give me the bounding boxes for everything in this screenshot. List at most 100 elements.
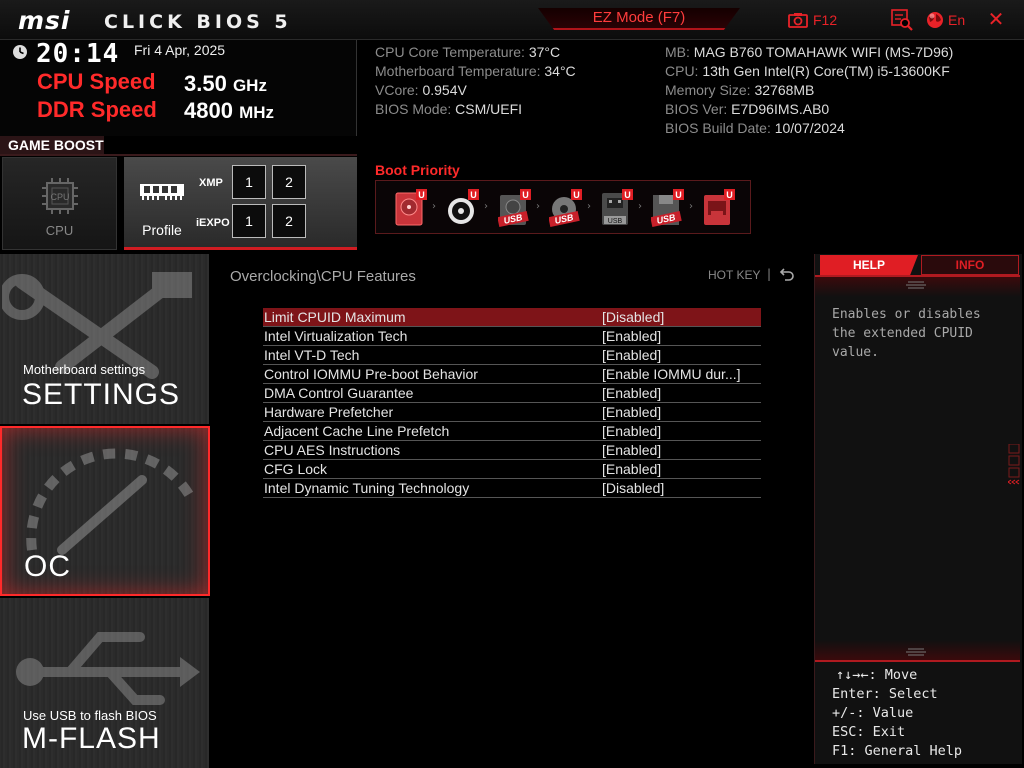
setting-value[interactable]: [Disabled] <box>602 479 664 497</box>
clock-date: Fri 4 Apr, 2025 <box>134 42 226 58</box>
help-text-line: the extended CPUID <box>832 326 973 341</box>
usb-hard-drive-icon: USB U <box>497 189 531 228</box>
sysinfo-value: 13th Gen Intel(R) Core(TM) i5-13600KF <box>702 63 950 79</box>
key-hint-value: +/-: Value <box>832 705 914 721</box>
setting-value[interactable]: [Enabled] <box>602 346 661 364</box>
ddr-speed-unit: MHz <box>239 103 275 122</box>
game-boost-cpu-tile[interactable]: CPU CPU <box>2 157 117 250</box>
nav-mflash[interactable]: Use USB to flash BIOS M-FLASH <box>0 598 210 768</box>
setting-row[interactable]: Limit CPUID Maximum [Disabled] <box>263 308 761 327</box>
sysinfo-line: BIOS Build Date: 10/07/2024 <box>665 120 953 139</box>
sysinfo-line: BIOS Ver: E7D96IMS.AB0 <box>665 101 953 120</box>
setting-value[interactable]: [Enable IOMMU dur...] <box>602 365 741 383</box>
back-arrow-icon[interactable] <box>779 266 795 282</box>
setting-value[interactable]: [Disabled] <box>602 308 664 326</box>
settings-list: Limit CPUID Maximum [Disabled] Intel Virtu… <box>263 308 761 498</box>
setting-value[interactable]: [Enabled] <box>602 460 661 478</box>
boot-device-usb-cd[interactable]: USB U <box>548 187 583 228</box>
language-button[interactable]: En <box>926 10 965 30</box>
game-boost-divider <box>0 154 357 156</box>
panel-collapse-handle-icon[interactable] <box>1008 444 1020 488</box>
boot-device-network[interactable]: U <box>702 187 736 227</box>
camera-icon <box>788 13 808 28</box>
setting-row[interactable]: CFG Lock [Enabled] <box>263 460 761 479</box>
scroll-down-icon[interactable] <box>905 647 927 657</box>
sysinfo-right-column: MB: MAG B760 TOMAHAWK WIFI (MS-7D96) CPU:… <box>665 44 953 139</box>
sysinfo-value: E7D96IMS.AB0 <box>731 101 830 117</box>
hotkey-separator: | <box>767 267 772 281</box>
screenshot-key-label: F12 <box>813 12 838 28</box>
sysinfo-label: BIOS Build Date: <box>665 120 775 136</box>
setting-row[interactable]: Control IOMMU Pre-boot Behavior [Enable I… <box>263 365 761 384</box>
boot-device-usb-floppy[interactable]: USB U <box>650 187 685 228</box>
clock-speed-panel: 20:14 Fri 4 Apr, 2025 CPU Speed 3.50 GHz… <box>0 39 357 136</box>
nav-oc-title: OC <box>24 550 71 583</box>
setting-row[interactable]: DMA Control Guarantee [Enabled] <box>263 384 761 403</box>
hard-drive-icon: U <box>395 189 427 226</box>
cpu-speed-label: CPU Speed <box>37 69 156 94</box>
sysinfo-line: MB: MAG B760 TOMAHAWK WIFI (MS-7D96) <box>665 44 953 63</box>
svg-text:CPU: CPU <box>50 192 69 202</box>
sysinfo-label: MB: <box>665 44 694 60</box>
sysinfo-value: MAG B760 TOMAHAWK WIFI (MS-7D96) <box>693 44 954 60</box>
boot-priority-title: Boot Priority <box>375 162 460 178</box>
svg-text:U: U <box>726 190 733 200</box>
setting-name: Limit CPUID Maximum <box>264 309 406 325</box>
usb-floppy-icon: USB U <box>650 189 684 228</box>
memory-module-icon <box>140 184 184 200</box>
sysinfo-label: BIOS Ver: <box>665 101 732 117</box>
setting-row[interactable]: Intel Dynamic Tuning Technology [Disabled… <box>263 479 761 498</box>
xmp-profile-2-button[interactable]: 2 <box>272 165 306 199</box>
setting-value[interactable]: [Enabled] <box>602 422 661 440</box>
svg-text:U: U <box>418 190 425 200</box>
boot-device-usb-hdd[interactable]: USB U <box>497 187 532 228</box>
boot-device-optical[interactable]: U <box>446 187 480 227</box>
tab-info[interactable]: INFO <box>921 255 1019 275</box>
screenshot-button[interactable]: F12 <box>788 10 837 30</box>
xmp-label: XMP <box>199 177 223 189</box>
sysinfo-value: 0.954V <box>422 82 467 98</box>
iexpo-profile-1-button[interactable]: 1 <box>232 204 266 238</box>
setting-value[interactable]: [Enabled] <box>602 403 661 421</box>
setting-row[interactable]: Intel Virtualization Tech [Enabled] <box>263 327 761 346</box>
boot-priority-bar: U › U › USB U › USB U › USB U › USB U › … <box>375 180 751 234</box>
nav-oc[interactable]: OC <box>0 426 210 596</box>
sysinfo-value: 10/07/2024 <box>774 120 845 136</box>
sysinfo-line: CPU: 13th Gen Intel(R) Core(TM) i5-13600… <box>665 63 953 82</box>
tab-help[interactable]: HELP <box>820 255 918 275</box>
help-text-line: value. <box>832 345 879 360</box>
scroll-up-icon[interactable] <box>905 280 927 290</box>
nav-settings[interactable]: Motherboard settings SETTINGS <box>0 254 210 424</box>
sysinfo-label: CPU: <box>665 63 703 79</box>
setting-name: CPU AES Instructions <box>264 442 401 458</box>
hotkey-label[interactable]: HOT KEY <box>708 268 760 282</box>
nav-mflash-subtitle: Use USB to flash BIOS <box>23 708 157 723</box>
svg-text:U: U <box>624 190 631 200</box>
game-boost-label: GAME BOOST <box>0 136 104 155</box>
setting-name: DMA Control Guarantee <box>264 385 414 401</box>
nav-settings-title: SETTINGS <box>22 378 181 411</box>
setting-row[interactable]: Hardware Prefetcher [Enabled] <box>263 403 761 422</box>
game-boost-profile-tile: Profile XMP iEXPO 1 2 1 2 <box>124 157 357 250</box>
usb-symbol-icon <box>16 632 200 705</box>
setting-row[interactable]: Adjacent Cache Line Prefetch [Enabled] <box>263 422 761 441</box>
ddr-speed-label: DDR Speed <box>37 97 157 122</box>
setting-value[interactable]: [Enabled] <box>602 441 661 459</box>
setting-value[interactable]: [Enabled] <box>602 327 661 345</box>
setting-value[interactable]: [Enabled] <box>602 384 661 402</box>
ddr-speed-value: 4800 MHz <box>184 98 274 124</box>
boot-device-hdd[interactable]: U <box>394 187 428 227</box>
profile-label: Profile <box>142 222 182 238</box>
setting-row[interactable]: Intel VT-D Tech [Enabled] <box>263 346 761 365</box>
xmp-profile-1-button[interactable]: 1 <box>232 165 266 199</box>
search-icon[interactable] <box>891 9 913 31</box>
ez-mode-button[interactable]: EZ Mode (F7) <box>538 8 740 30</box>
iexpo-label: iEXPO <box>196 217 230 229</box>
key-hint-select: Enter: Select <box>832 686 938 702</box>
boot-device-usb-key[interactable]: USB U <box>600 187 634 227</box>
iexpo-profile-2-button[interactable]: 2 <box>272 204 306 238</box>
sysinfo-value: CSM/UEFI <box>455 101 523 117</box>
close-button[interactable]: ✕ <box>986 9 1006 29</box>
sysinfo-line: VCore: 0.954V <box>375 82 576 101</box>
setting-row[interactable]: CPU AES Instructions [Enabled] <box>263 441 761 460</box>
